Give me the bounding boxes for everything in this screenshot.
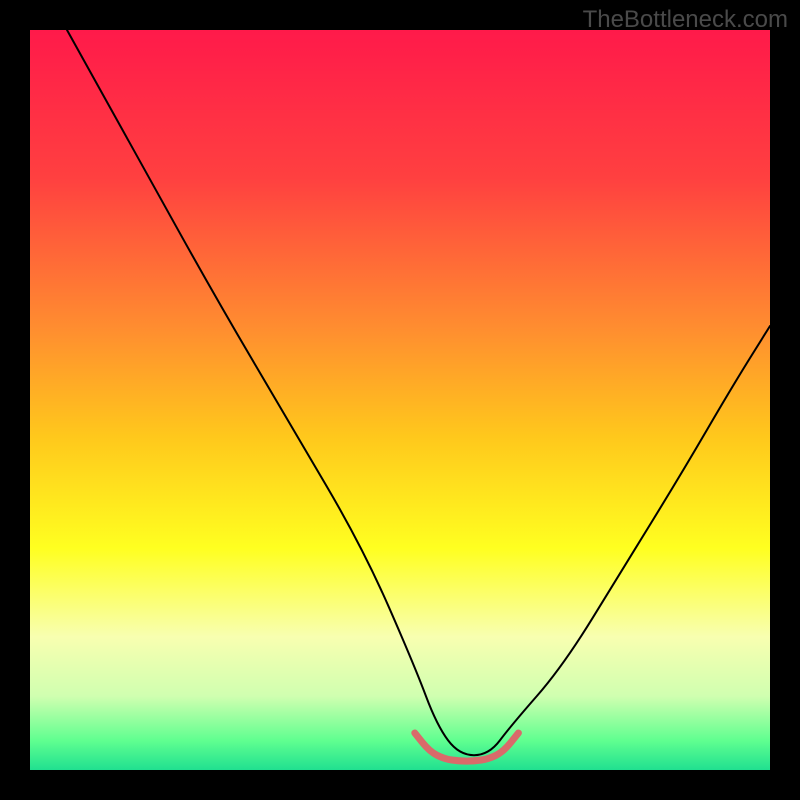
chart-container <box>30 30 770 770</box>
chart-svg <box>30 30 770 770</box>
watermark-text: TheBottleneck.com <box>583 6 788 34</box>
chart-background <box>30 30 770 770</box>
